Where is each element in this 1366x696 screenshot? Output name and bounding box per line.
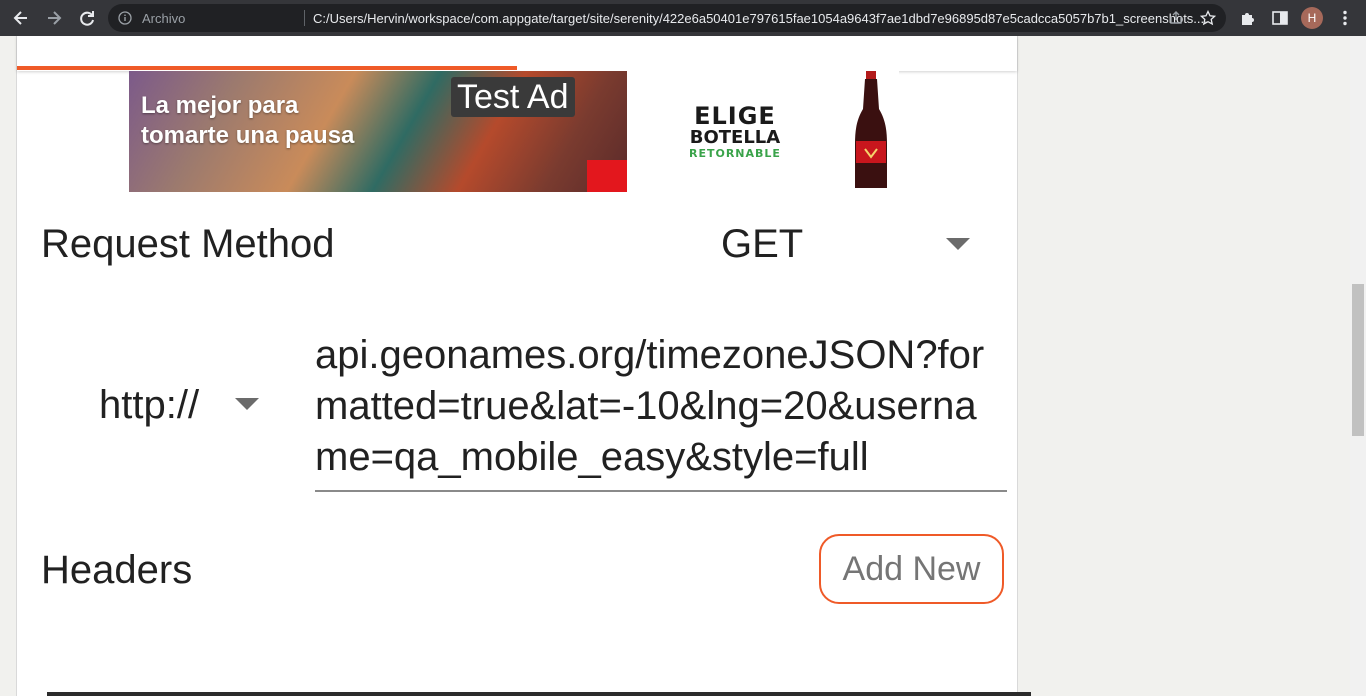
ad-brand-line1: ELIGE — [694, 102, 776, 130]
ad-brand-line3: RETORNABLE — [689, 147, 781, 160]
avatar[interactable]: H — [1301, 7, 1323, 29]
scrollbar-thumb[interactable] — [1352, 284, 1364, 436]
protocol-value[interactable]: http:// — [99, 383, 199, 428]
info-icon[interactable] — [118, 11, 132, 25]
test-ad-badge: Test Ad — [451, 77, 575, 117]
request-method-label: Request Method — [41, 222, 335, 266]
address-bar[interactable]: Archivo C:/Users/Hervin/workspace/com.ap… — [108, 4, 1226, 32]
back-arrow-icon[interactable] — [11, 8, 31, 28]
add-new-button[interactable]: Add New — [819, 534, 1004, 604]
browser-toolbar: Archivo C:/Users/Hervin/workspace/com.ap… — [0, 0, 1366, 36]
headers-label: Headers — [41, 548, 193, 592]
brand-logo — [587, 160, 627, 192]
share-icon[interactable] — [1168, 10, 1184, 26]
url-input[interactable]: api.geonames.org/timezoneJSON?formatted=… — [315, 330, 1007, 492]
ad-slogan-line2: tomarte una pausa — [141, 122, 355, 149]
kebab-menu-icon[interactable] — [1336, 9, 1354, 27]
ad-brand-line2: BOTELLA — [689, 127, 781, 148]
chevron-down-icon[interactable] — [235, 398, 259, 410]
scheme-label: Archivo — [142, 11, 186, 26]
puzzle-icon[interactable] — [1239, 9, 1257, 27]
page-viewport: La mejor para tomarte una pausa Test Ad … — [0, 36, 1350, 696]
ad-brand-text: ELIGE BOTELLA RETORNABLE — [689, 103, 781, 161]
app-card: La mejor para tomarte una pausa Test Ad … — [16, 36, 1031, 696]
forward-arrow-icon[interactable] — [44, 8, 64, 28]
ad-slogan: La mejor para tomarte una pausa — [141, 91, 354, 151]
url-input-value[interactable]: api.geonames.org/timezoneJSON?formatted=… — [315, 330, 1005, 483]
app-header — [17, 36, 1017, 71]
ad-slogan-line1: La mejor para — [141, 92, 299, 119]
omnibox-divider — [304, 10, 305, 26]
reload-icon[interactable] — [77, 8, 97, 28]
ad-banner[interactable]: La mejor para tomarte una pausa Test Ad … — [129, 71, 899, 192]
chevron-down-icon[interactable] — [946, 238, 970, 250]
request-method-value[interactable]: GET — [721, 222, 803, 267]
star-icon[interactable] — [1199, 9, 1217, 26]
page-scrollbar[interactable] — [1350, 36, 1366, 696]
url-text[interactable]: C:/Users/Hervin/workspace/com.appgate/ta… — [313, 11, 1273, 26]
side-panel-icon[interactable] — [1271, 9, 1289, 27]
bottom-edge — [47, 692, 1031, 696]
progress-indicator — [17, 66, 517, 70]
bottle-image — [851, 71, 891, 192]
